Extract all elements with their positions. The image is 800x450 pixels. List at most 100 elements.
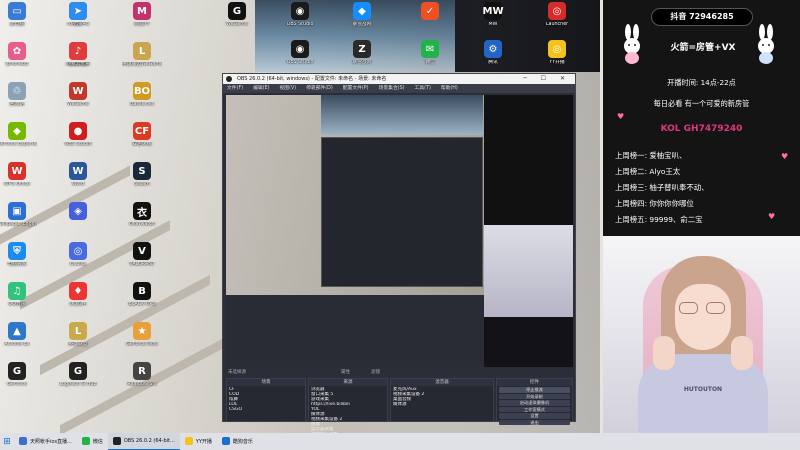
app-icon: ♫ xyxy=(8,282,26,300)
desktop-icon[interactable]: ✓ xyxy=(410,2,450,40)
control-button[interactable]: 启动虚拟摄像机 xyxy=(499,400,570,406)
menu-item[interactable]: 配置文件(P) xyxy=(343,84,369,93)
menu-item[interactable]: 编辑(E) xyxy=(253,84,269,93)
control-button[interactable]: 设置 xyxy=(499,413,570,419)
desktop-icon[interactable]: ♫ QQ音乐 xyxy=(0,282,37,320)
desktop-icon[interactable]: ● OBS Studio xyxy=(58,122,98,160)
desktop-icon[interactable]: L 英雄联盟WeGame xyxy=(122,42,162,80)
menu-item[interactable]: 场景集合(S) xyxy=(379,84,405,93)
desktop-icon[interactable]: ♪ 网易云音乐 xyxy=(58,42,98,80)
desktop-icon[interactable]: ✿ Iphonebb xyxy=(0,42,37,80)
webcam-feed: HUTOUTON xyxy=(603,236,800,433)
desktop-icon-label: Launcher xyxy=(545,22,569,27)
control-button[interactable]: 退出 xyxy=(499,419,570,425)
window-controls[interactable]: ─ ☐ ✕ xyxy=(523,74,571,84)
taskbar-app-icon xyxy=(184,437,193,445)
filters-button[interactable]: 滤镜 xyxy=(371,369,380,375)
desktop-icon[interactable]: W WeGame xyxy=(58,82,98,120)
desktop-icon[interactable]: ◎ Oculus xyxy=(58,242,98,280)
taskbar-app-icon xyxy=(112,437,121,445)
desktop-icon-label: VALORANT xyxy=(129,262,155,267)
desktop-icon[interactable]: ➤ 迅雷 xyxy=(58,2,98,40)
app-icon: M xyxy=(133,2,151,20)
taskbar-item[interactable]: 微信 xyxy=(77,433,108,450)
app-icon: MW xyxy=(483,2,504,20)
desktop-icon[interactable]: ★ GeForce Now xyxy=(122,322,162,360)
app-icon: ◉ xyxy=(291,40,309,58)
weekly-rank-entry: 上周榜二: Alyo王太 xyxy=(615,167,681,176)
desktop-icon[interactable]: MW MW xyxy=(473,2,513,40)
desktop-icon[interactable]: ◆ GeForce Experience xyxy=(0,122,37,160)
no-source-label: 未选择源 xyxy=(228,370,246,375)
desktop-icon[interactable]: ⛨ 电脑管家 xyxy=(0,242,37,280)
desktop-icon[interactable]: ◎ Launcher xyxy=(537,2,577,40)
desktop-icon-label: WPS Office xyxy=(3,182,31,187)
control-button[interactable]: 开始录制 xyxy=(499,393,570,399)
desktop-icon[interactable]: M 瞬狐YY xyxy=(122,2,162,40)
menu-item[interactable]: 工具(T) xyxy=(415,84,431,93)
right-hand xyxy=(731,336,753,370)
desktop-icon[interactable]: G WeGame xyxy=(217,2,257,40)
desktop-icon-label: BLACK OPS xyxy=(128,302,156,307)
controls-dock: 控件 停止推流 开始录制 启动虚拟摄像机 工作室模式 设置 退出 xyxy=(496,378,573,425)
app-icon: ▣ xyxy=(8,202,26,220)
kol-id: KOL GH7479240 xyxy=(660,124,743,134)
obs-menubar: 文件(F) 编辑(E) 视图(V) 停靠部件(D) 配置文件(P) 场景集合(S) 工具(T… xyxy=(223,84,575,93)
mixer-channel[interactable]: 媒体源 xyxy=(393,402,491,407)
desktop-icon[interactable]: R Rainbow Six xyxy=(122,362,162,400)
mixer-header: 混音器 xyxy=(391,379,493,386)
app-icon: BO xyxy=(133,82,151,100)
desktop-icon[interactable]: W Word xyxy=(58,162,98,200)
obs-docks: 场景 CF COD 炫舞 LOL CSGO 来源 浏览器 窗口采集 5 游戏采集 https:… xyxy=(226,378,573,437)
desktop-icon-label: 迅雷 xyxy=(73,22,83,27)
desktop-icon[interactable]: G Logitech G Hub xyxy=(58,362,98,400)
desktop-icon[interactable]: ▲ Acronis Ex xyxy=(0,322,37,360)
desktop-icon[interactable]: 衣 Overwatch xyxy=(122,202,162,240)
desktop-icon[interactable]: G GeForce xyxy=(0,362,37,400)
windows-start-icon[interactable]: ⊞ xyxy=(0,433,14,450)
desktop-icon[interactable]: ▭ 此电脑 xyxy=(0,2,37,40)
desktop-icon-label: GeForce Now xyxy=(126,342,158,347)
desktop-icon[interactable]: CF 穿越火线 xyxy=(122,122,162,160)
desktop-icon-label: Overwatch xyxy=(129,222,155,227)
desktop-icon[interactable]: ♲ 回收站 xyxy=(0,82,37,120)
app-icon: CF xyxy=(133,122,151,140)
app-icon: ▭ xyxy=(8,2,26,20)
menu-item[interactable]: 文件(F) xyxy=(227,84,243,93)
app-icon: ➤ xyxy=(69,2,87,20)
desktop-icon[interactable]: ◆ 暴雪战网 xyxy=(342,2,382,40)
menu-item[interactable]: 停靠部件(D) xyxy=(306,84,333,93)
app-icon: ▲ xyxy=(8,322,26,340)
desktop-icon[interactable]: B BLACK OPS xyxy=(122,282,162,320)
desktop-icon-label: 瞬狐YY xyxy=(134,22,150,27)
taskbar-item[interactable]: 酷狗音乐 xyxy=(217,433,258,450)
taskbar-item[interactable]: YY开播 xyxy=(180,433,217,450)
properties-button[interactable]: 属性 xyxy=(341,369,350,375)
control-button[interactable]: 工作室模式 xyxy=(499,406,570,412)
obs-preview[interactable] xyxy=(226,95,573,367)
desktop-icon-label: 英雄联盟WeGame xyxy=(122,62,162,67)
control-button[interactable]: 停止推流 xyxy=(499,387,570,393)
desktop-icon[interactable]: BO Battle.net xyxy=(122,82,162,120)
scene-item[interactable]: CSGO xyxy=(229,407,303,412)
desktop-icon[interactable]: ♦ QQ软件 xyxy=(58,282,98,320)
desktop-icon-label: Word xyxy=(71,182,85,187)
desktop-icon[interactable]: ◉ OBS Studio xyxy=(280,2,320,40)
desktop-icon[interactable]: V VALORANT xyxy=(122,242,162,280)
desktop-icon[interactable]: ▣ Wallpaper Engine xyxy=(0,202,37,240)
menu-item[interactable]: 帮助(H) xyxy=(441,84,458,93)
obs-titlebar[interactable]: OBS 26.0.2 (64-bit, windows) - 配置文件: 未命名… xyxy=(223,74,575,84)
desktop-icon[interactable]: W WPS Office xyxy=(0,162,37,200)
app-icon: ✉ xyxy=(421,40,439,58)
taskbar-item[interactable]: 天照帐手ios直播... xyxy=(14,433,77,450)
desktop-icon-label: MW xyxy=(488,22,498,27)
desktop-icon[interactable]: L 英雄联盟 xyxy=(58,322,98,360)
taskbar-item[interactable]: OBS 26.0.2 (64-bit... xyxy=(107,433,180,450)
desktop-icon[interactable]: S Steam xyxy=(122,162,162,200)
obs-window[interactable]: OBS 26.0.2 (64-bit, windows) - 配置文件: 未命名… xyxy=(222,73,576,437)
weekly-rank-entry: 上周榜五: 99999、俞二宝 xyxy=(615,215,703,224)
desktop-icon[interactable]: ◈ xyxy=(58,202,98,240)
menu-item[interactable]: 视图(V) xyxy=(279,84,296,93)
app-icon: ◎ xyxy=(69,242,87,260)
desktop-icon-label: Logitech G Hub xyxy=(59,382,97,387)
